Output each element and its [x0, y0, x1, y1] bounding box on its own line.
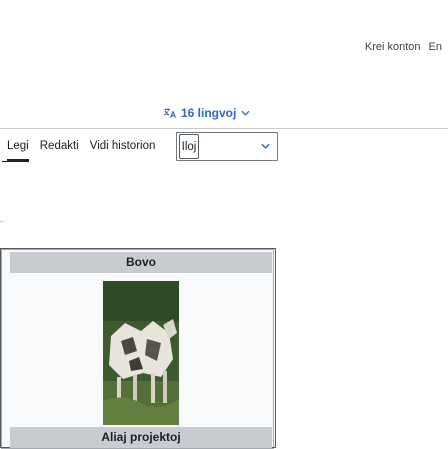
tabs-divider	[0, 128, 448, 129]
tools-chevron-icon	[261, 143, 270, 149]
divider-line	[0, 221, 4, 222]
language-button[interactable]: 16 lingvoj	[164, 106, 250, 120]
create-account-link[interactable]: Krei konton	[365, 41, 421, 53]
cattle-photo-image	[103, 281, 179, 425]
other-projects-heading: Aliaj projektoj	[10, 427, 272, 448]
tab-history[interactable]: Vidi historion	[90, 140, 156, 152]
language-count: 16 lingvoj	[181, 106, 237, 120]
tab-edit[interactable]: Redakti	[40, 140, 79, 152]
translate-icon	[164, 108, 176, 118]
infobox-image[interactable]	[103, 281, 179, 425]
tab-read[interactable]: Legi	[7, 140, 29, 161]
tools-label[interactable]: Iloj	[179, 134, 199, 159]
active-tab-indicator	[2, 161, 29, 162]
login-link[interactable]: En	[429, 41, 442, 53]
tools-text: Iloj	[181, 140, 197, 153]
personal-tools: Krei konton En	[365, 41, 442, 53]
infobox-title: Bovo	[10, 252, 272, 273]
page-tabs: Legi Redakti Vidi historion	[7, 140, 166, 161]
chevron-down-icon	[241, 110, 250, 116]
